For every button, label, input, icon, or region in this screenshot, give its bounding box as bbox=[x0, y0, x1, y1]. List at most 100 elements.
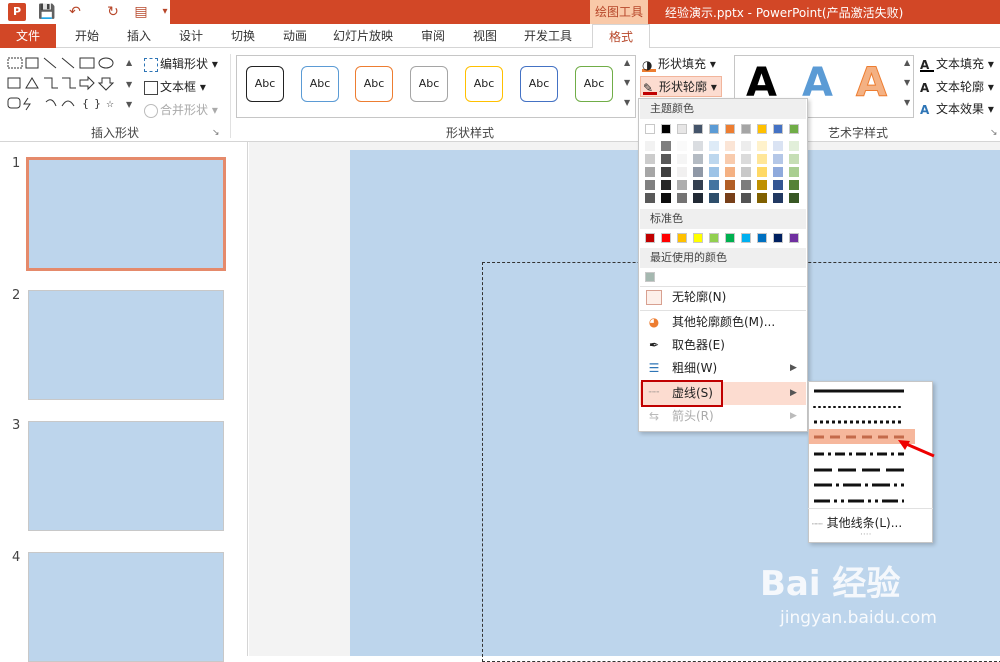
color-swatch[interactable] bbox=[693, 141, 703, 151]
tab-insert[interactable]: 插入 bbox=[116, 24, 162, 48]
undo-icon[interactable]: ↶ bbox=[66, 3, 84, 21]
menu-item-more-colors[interactable]: ◕ 其他轮廓颜色(M)... bbox=[640, 311, 806, 334]
color-swatch[interactable] bbox=[677, 154, 687, 164]
color-swatch[interactable] bbox=[709, 141, 719, 151]
color-swatch[interactable] bbox=[741, 167, 751, 177]
insert-shapes-launcher-icon[interactable]: ↘ bbox=[212, 128, 220, 138]
tab-developer[interactable]: 开发工具 bbox=[516, 24, 580, 48]
color-swatch[interactable] bbox=[741, 193, 751, 203]
color-swatch[interactable] bbox=[709, 193, 719, 203]
color-swatch[interactable] bbox=[709, 124, 719, 134]
color-swatch[interactable] bbox=[789, 141, 799, 151]
color-swatch[interactable] bbox=[757, 154, 767, 164]
color-swatch[interactable] bbox=[725, 124, 735, 134]
wordart-launcher-icon[interactable]: ↘ bbox=[990, 128, 998, 138]
color-swatch[interactable] bbox=[677, 233, 687, 243]
color-swatch[interactable] bbox=[693, 124, 703, 134]
tab-home[interactable]: 开始 bbox=[64, 24, 110, 48]
color-swatch[interactable] bbox=[645, 180, 655, 190]
tab-animations[interactable]: 动画 bbox=[272, 24, 318, 48]
color-swatch[interactable] bbox=[741, 141, 751, 151]
color-swatch[interactable] bbox=[757, 180, 767, 190]
color-swatch[interactable] bbox=[645, 141, 655, 151]
color-swatch[interactable] bbox=[773, 167, 783, 177]
color-swatch[interactable] bbox=[693, 233, 703, 243]
shape-style-4[interactable]: Abc bbox=[410, 66, 448, 102]
slide-thumbnail-1[interactable] bbox=[26, 157, 226, 271]
customize-qat-icon[interactable]: ▾ bbox=[156, 3, 174, 21]
menu-item-no-outline[interactable]: 无轮廓(N) bbox=[640, 286, 806, 309]
color-swatch[interactable] bbox=[741, 180, 751, 190]
color-swatch[interactable] bbox=[661, 180, 671, 190]
color-swatch[interactable] bbox=[757, 167, 767, 177]
color-swatch[interactable] bbox=[693, 154, 703, 164]
color-swatch[interactable] bbox=[789, 154, 799, 164]
slide-thumbnail-3[interactable] bbox=[28, 421, 224, 531]
slide-thumbnail-4[interactable] bbox=[28, 552, 224, 662]
gallery-more-icon[interactable]: ▼ bbox=[126, 100, 132, 109]
color-swatch[interactable] bbox=[725, 167, 735, 177]
color-swatch[interactable] bbox=[725, 193, 735, 203]
color-swatch[interactable] bbox=[661, 124, 671, 134]
color-swatch[interactable] bbox=[709, 167, 719, 177]
color-swatch[interactable] bbox=[645, 193, 655, 203]
color-swatch[interactable] bbox=[789, 233, 799, 243]
color-swatch[interactable] bbox=[661, 193, 671, 203]
color-swatch[interactable] bbox=[789, 180, 799, 190]
color-swatch[interactable] bbox=[693, 180, 703, 190]
color-swatch[interactable] bbox=[741, 233, 751, 243]
text-outline-button[interactable]: A 文本轮廓 ▾ bbox=[920, 78, 994, 95]
color-swatch[interactable] bbox=[677, 124, 687, 134]
color-swatch[interactable] bbox=[773, 233, 783, 243]
text-effect-button[interactable]: A 文本效果 ▾ bbox=[920, 100, 994, 117]
wordart-scroll-up-icon[interactable]: ▲ bbox=[904, 58, 910, 67]
wordart-style-3[interactable]: A bbox=[856, 60, 888, 107]
tab-file[interactable]: 文件 bbox=[0, 24, 56, 48]
shape-style-2[interactable]: Abc bbox=[301, 66, 339, 102]
color-swatch[interactable] bbox=[645, 167, 655, 177]
shape-style-3[interactable]: Abc bbox=[355, 66, 393, 102]
wordart-more-icon[interactable]: ▼ bbox=[904, 98, 910, 107]
color-swatch[interactable] bbox=[709, 180, 719, 190]
styles-scroll-down-icon[interactable]: ▼ bbox=[624, 78, 630, 87]
color-swatch[interactable] bbox=[661, 141, 671, 151]
color-swatch[interactable] bbox=[661, 233, 671, 243]
tab-review[interactable]: 审阅 bbox=[410, 24, 456, 48]
color-swatch[interactable] bbox=[645, 154, 655, 164]
color-swatch[interactable] bbox=[677, 193, 687, 203]
shape-fill-button[interactable]: ◑ 形状填充 ▾ bbox=[642, 55, 716, 72]
color-swatch[interactable] bbox=[693, 193, 703, 203]
color-swatch[interactable] bbox=[661, 167, 671, 177]
color-swatch[interactable] bbox=[645, 233, 655, 243]
color-swatch[interactable] bbox=[789, 193, 799, 203]
menu-item-weight[interactable]: ☰ 粗细(W) ▶ bbox=[640, 357, 806, 380]
color-swatch[interactable] bbox=[789, 124, 799, 134]
color-swatch[interactable] bbox=[677, 141, 687, 151]
color-swatch[interactable] bbox=[773, 141, 783, 151]
tab-slideshow[interactable]: 幻灯片放映 bbox=[326, 24, 400, 48]
color-swatch[interactable] bbox=[725, 154, 735, 164]
shape-style-1[interactable]: Abc bbox=[246, 66, 284, 102]
color-swatch[interactable] bbox=[677, 180, 687, 190]
text-fill-button[interactable]: A 文本填充 ▾ bbox=[920, 55, 994, 72]
color-swatch[interactable] bbox=[789, 167, 799, 177]
gallery-scroll-down-icon[interactable]: ▼ bbox=[126, 80, 132, 89]
shape-style-6[interactable]: Abc bbox=[520, 66, 558, 102]
tab-format[interactable]: 格式 bbox=[592, 24, 650, 48]
shape-style-5[interactable]: Abc bbox=[465, 66, 503, 102]
color-swatch[interactable] bbox=[757, 124, 767, 134]
color-swatch[interactable] bbox=[645, 124, 655, 134]
wordart-scroll-down-icon[interactable]: ▼ bbox=[904, 78, 910, 87]
color-swatch[interactable] bbox=[677, 167, 687, 177]
color-swatch[interactable] bbox=[725, 233, 735, 243]
shape-outline-button[interactable]: ✎ 形状轮廓 ▾ bbox=[640, 76, 722, 97]
color-swatch[interactable] bbox=[757, 193, 767, 203]
color-swatch[interactable] bbox=[661, 154, 671, 164]
color-swatch[interactable] bbox=[773, 180, 783, 190]
textbox-button[interactable]: 文本框 ▾ bbox=[144, 78, 206, 95]
gallery-scroll-up-icon[interactable]: ▲ bbox=[126, 58, 132, 67]
color-swatch[interactable] bbox=[709, 233, 719, 243]
presentation-icon[interactable]: ▤ bbox=[132, 3, 150, 21]
color-swatch[interactable] bbox=[645, 272, 655, 282]
color-swatch[interactable] bbox=[757, 233, 767, 243]
